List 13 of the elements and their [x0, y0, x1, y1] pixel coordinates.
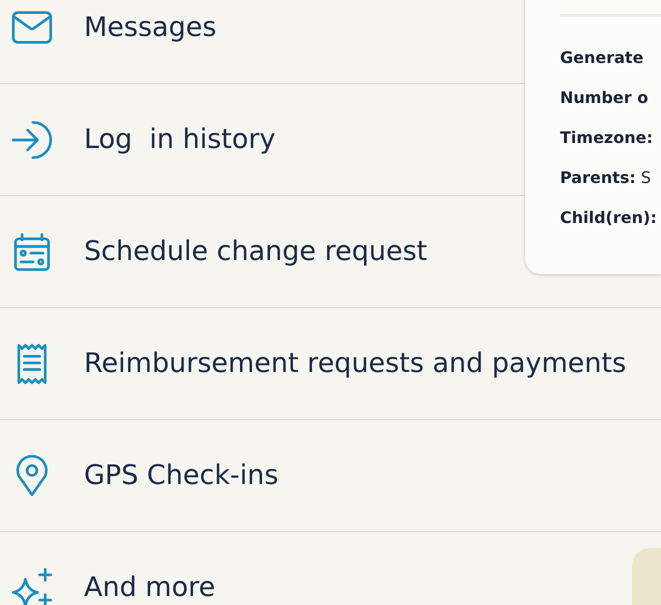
card-background [632, 548, 661, 605]
report-detail-line: Parents: S [560, 167, 652, 189]
report-detail-line: Generate [560, 47, 644, 69]
menu-item[interactable]: Messages [84, 12, 216, 43]
menu-item[interactable]: Reimbursement requests and payments [84, 348, 626, 379]
sparkle-icon [10, 566, 54, 605]
report-detail-line: Number o [560, 87, 650, 109]
report-detail-line: Child(ren): [560, 207, 658, 229]
report-detail-line: Timezone: [560, 127, 654, 149]
menu-item[interactable]: GPS Check-ins [84, 460, 278, 491]
menu-item[interactable]: And more [84, 572, 216, 603]
menu-item[interactable]: Schedule change request [84, 236, 428, 267]
menu-item[interactable]: Log in history [84, 124, 276, 155]
